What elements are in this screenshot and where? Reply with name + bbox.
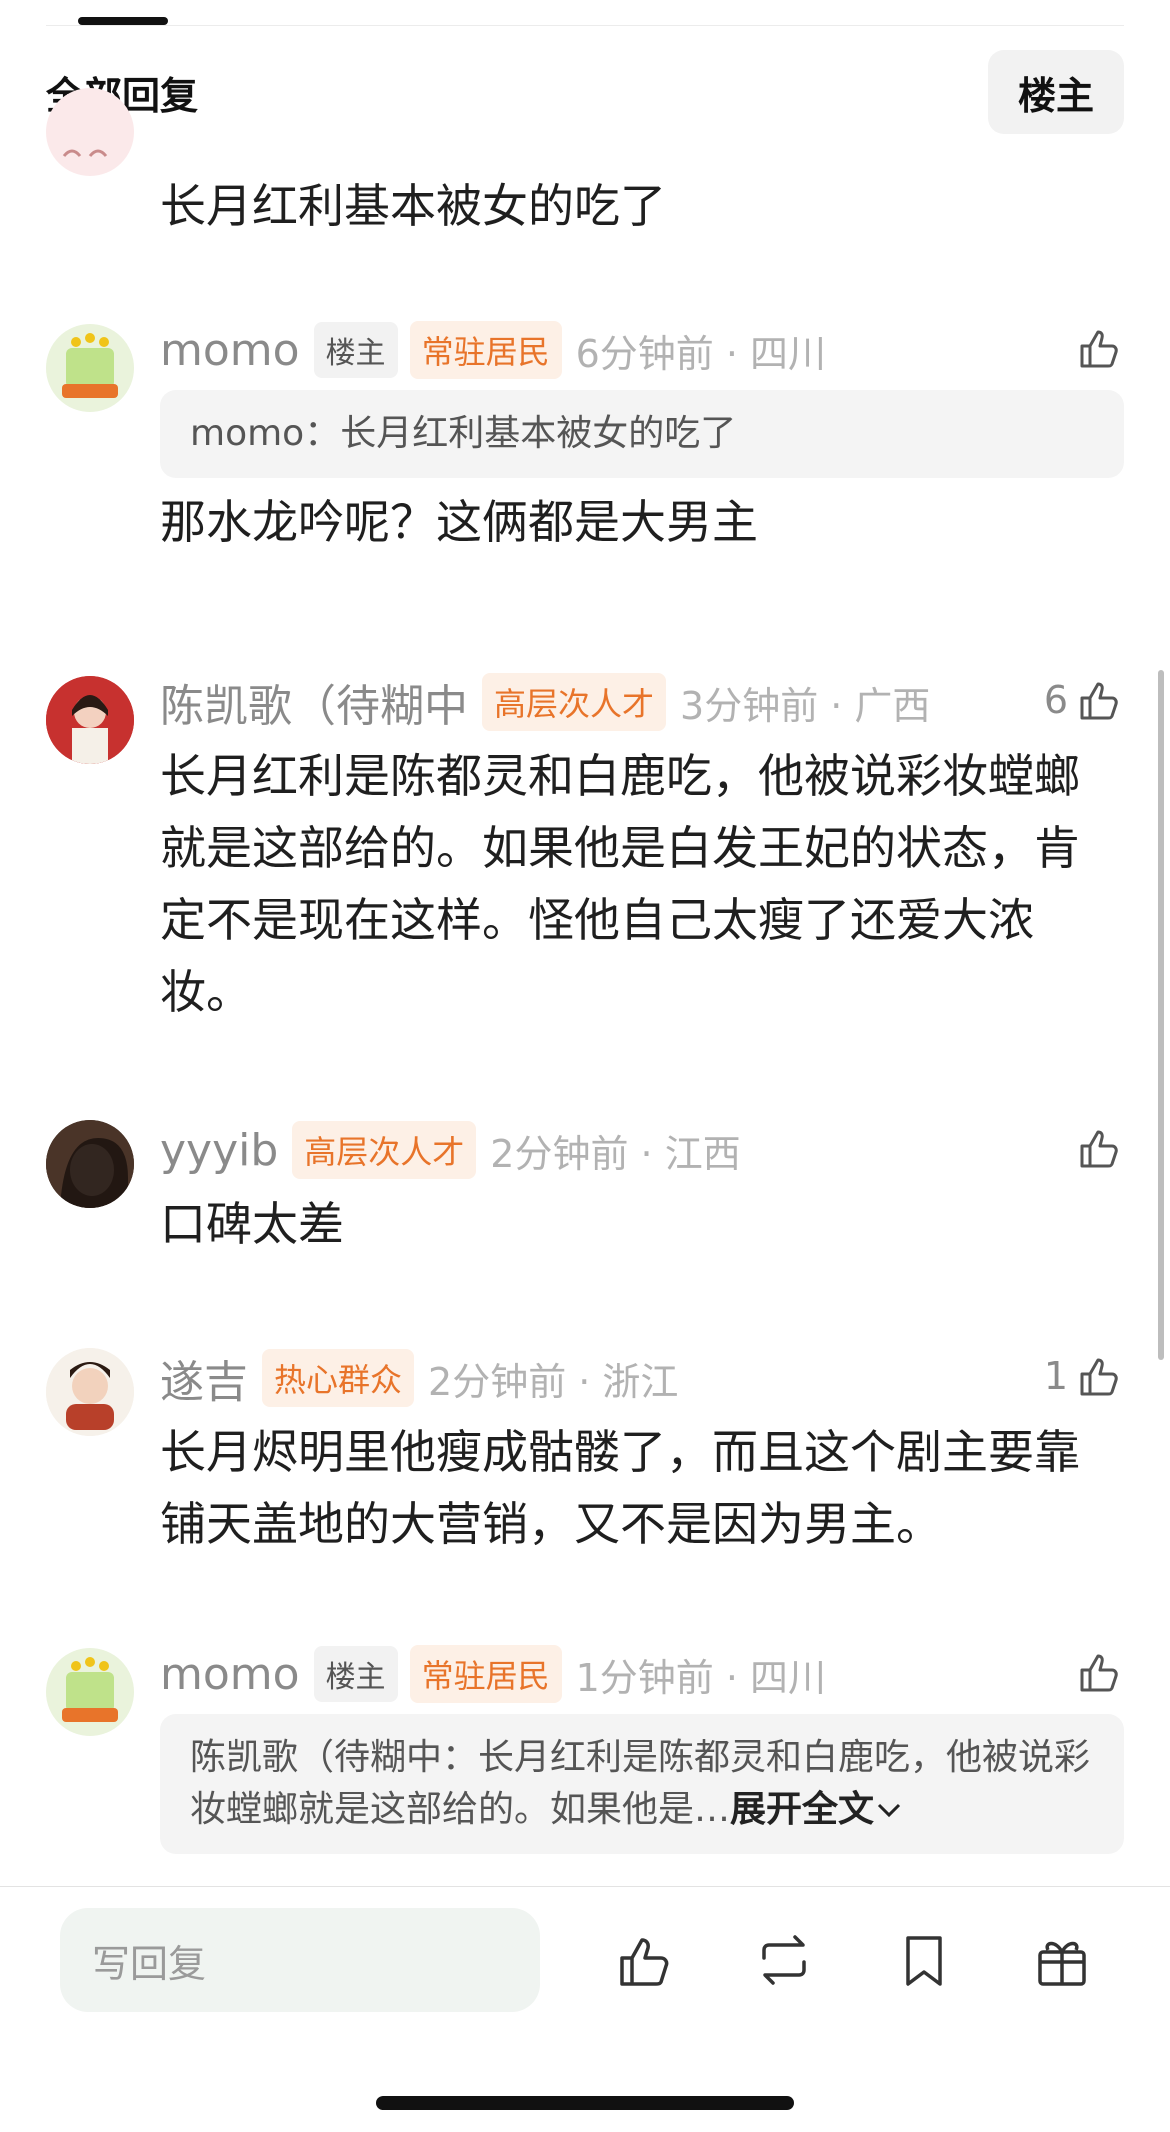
comment-item: momo 楼主 常驻居民 1分钟前 · 四川 陈凯歌（待糊中：长月红利是陈都灵和… — [46, 1644, 1124, 1874]
quoted-comment[interactable]: 陈凯歌（待糊中：长月红利是陈都灵和白鹿吃，他被说彩妆螳螂就是这部给的。如果他是…… — [160, 1714, 1124, 1854]
comment-item: momo 楼主 常驻居民 6分钟前 · 四川 momo：长月红利基本被女的吃了 … — [46, 320, 1124, 600]
comment-text: 长月烬明里他瘦成骷髅了，而且这个剧主要靠铺天盖地的大营销，又不是因为男主。 — [160, 1425, 1080, 1551]
op-tag: 楼主 — [313, 322, 398, 378]
user-badge: 热心群众 — [262, 1349, 415, 1407]
avatar[interactable] — [46, 1120, 134, 1208]
comment-text: 口碑太差 — [160, 1197, 344, 1251]
gift-icon[interactable] — [1030, 1928, 1094, 1992]
username[interactable]: 陈凯歌（待糊中 — [160, 670, 468, 734]
thumbs-up-icon — [1080, 1654, 1118, 1692]
user-badge: 高层次人才 — [482, 673, 667, 731]
username[interactable]: 遂吉 — [160, 1346, 248, 1410]
repost-icon[interactable] — [752, 1928, 816, 1992]
avatar[interactable] — [46, 1648, 134, 1736]
username[interactable]: yyyib — [160, 1125, 278, 1176]
comment-meta: 遂吉 热心群众 2分钟前 · 浙江 — [160, 1348, 1124, 1408]
comment-meta: yyyib 高层次人才 2分钟前 · 江西 — [160, 1120, 1124, 1180]
user-badge: 高层次人才 — [292, 1121, 477, 1179]
quoted-comment[interactable]: momo：长月红利基本被女的吃了 — [160, 390, 1124, 478]
like-count: 1 — [1043, 1354, 1068, 1398]
home-indicator — [376, 2096, 794, 2110]
user-badge: 常驻居民 — [409, 321, 562, 379]
comment-text: 长月红利基本被女的吃了 — [160, 179, 666, 233]
avatar[interactable] — [46, 1348, 134, 1436]
comment-text: 长月红利是陈都灵和白鹿吃，他被说彩妆螳螂就是这部给的。如果他是白发王妃的状态，肯… — [160, 749, 1080, 1019]
like-count: 6 — [1043, 678, 1068, 722]
thumbs-up-icon — [1080, 330, 1118, 368]
like-button[interactable] — [1068, 1648, 1124, 1696]
comment-item: 遂吉 热心群众 2分钟前 · 浙江 长月烬明里他瘦成骷髅了，而且这个剧主要靠铺天… — [46, 1348, 1124, 1578]
like-button[interactable]: 6 — [1044, 676, 1124, 724]
username[interactable]: momo — [160, 1649, 300, 1700]
thumbs-up-icon — [1080, 1130, 1118, 1168]
comment-item: 长月红利基本被女的吃了 — [46, 88, 1124, 250]
avatar[interactable] — [46, 88, 134, 176]
divider — [0, 1886, 1170, 1887]
like-button[interactable] — [1068, 1124, 1124, 1172]
divider — [46, 25, 1124, 26]
expand-full-text-link[interactable]: 展开全文 — [730, 1789, 904, 1830]
user-badge: 常驻居民 — [409, 1645, 562, 1703]
thumbs-up-icon — [1080, 1358, 1118, 1396]
comment-meta: momo 楼主 常驻居民 1分钟前 · 四川 — [160, 1644, 1124, 1704]
timestamp-location: 6分钟前 · 四川 — [575, 331, 826, 376]
like-button[interactable]: 1 — [1044, 1352, 1124, 1400]
op-tag: 楼主 — [313, 1646, 398, 1702]
replies-header: 全部回复 楼主 — [46, 48, 1124, 136]
comment-item: 陈凯歌（待糊中 高层次人才 3分钟前 · 广西 长月红利是陈都灵和白鹿吃，他被说… — [46, 672, 1124, 1052]
avatar[interactable] — [46, 324, 134, 412]
thumbs-up-icon — [1080, 682, 1118, 720]
timestamp-location: 2分钟前 · 江西 — [490, 1131, 741, 1176]
tab-indicator — [78, 17, 168, 25]
comment-text: 那水龙吟呢？这俩都是大男主 — [160, 495, 758, 549]
avatar[interactable] — [46, 676, 134, 764]
bottom-action-bar: 写回复 — [0, 1900, 1170, 2020]
timestamp-location: 3分钟前 · 广西 — [680, 683, 931, 728]
comment-item: yyyib 高层次人才 2分钟前 · 江西 口碑太差 — [46, 1120, 1124, 1280]
quote-text: 陈凯歌（待糊中：长月红利是陈都灵和白鹿吃，他被说彩妆螳螂就是这部给的。如果他是… — [190, 1737, 1091, 1830]
comment-meta: 陈凯歌（待糊中 高层次人才 3分钟前 · 广西 — [160, 672, 1124, 732]
op-only-filter-button[interactable]: 楼主 — [987, 50, 1124, 134]
timestamp-location: 1分钟前 · 四川 — [575, 1655, 826, 1700]
like-button[interactable] — [1068, 324, 1124, 372]
reply-input[interactable]: 写回复 — [60, 1908, 540, 2012]
chevron-down-icon — [877, 1803, 901, 1818]
comment-meta: momo 楼主 常驻居民 6分钟前 · 四川 — [160, 320, 1124, 380]
bookmark-icon[interactable] — [892, 1928, 956, 1992]
scrollbar[interactable] — [1158, 670, 1164, 1360]
timestamp-location: 2分钟前 · 浙江 — [428, 1359, 679, 1404]
thumbs-up-icon[interactable] — [614, 1928, 678, 1992]
username[interactable]: momo — [160, 325, 300, 376]
